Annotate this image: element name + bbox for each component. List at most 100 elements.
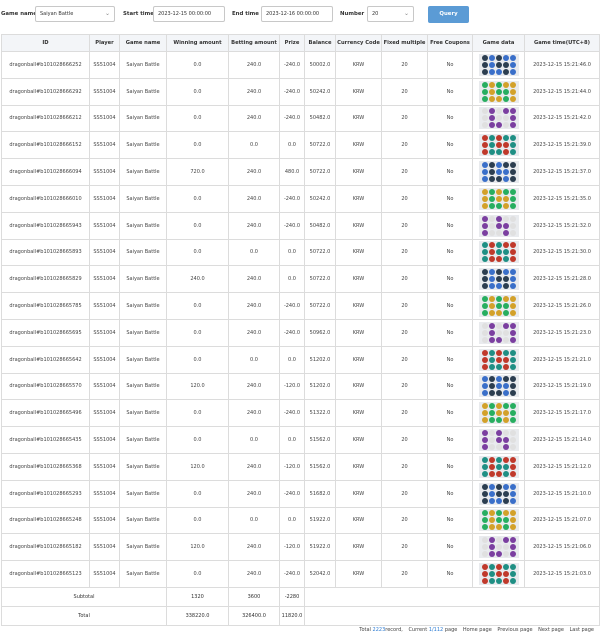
end-time-input[interactable]: 2023-12-16 00:00:00 <box>261 6 333 22</box>
cell-game-data[interactable] <box>472 506 525 535</box>
cell-game-data[interactable] <box>472 560 525 588</box>
cell-game-data[interactable] <box>472 399 525 428</box>
slot-symbol-icon <box>509 470 516 477</box>
slot-symbol-icon <box>502 322 509 329</box>
slot-symbol-grid[interactable] <box>478 375 519 398</box>
cell-game-data[interactable] <box>472 211 525 240</box>
cell-game-data[interactable] <box>472 426 525 454</box>
query-button[interactable]: Query <box>428 6 469 23</box>
cell-game-data[interactable] <box>472 345 525 374</box>
slot-symbol-icon <box>481 95 488 102</box>
slot-symbol-icon <box>481 383 488 390</box>
number-select[interactable]: 20 ⌄ <box>367 6 414 22</box>
game-name-select[interactable]: Saiyan Battle ⌄ <box>35 6 115 22</box>
start-time-label: Start time <box>123 11 154 17</box>
total-row: Total 338220.0 326400.0 11820.0 <box>1 605 600 626</box>
slot-symbol-grid[interactable] <box>478 214 519 237</box>
slot-symbol-icon <box>502 410 509 417</box>
slot-symbol-icon <box>495 162 502 169</box>
cell-currency-code: KRW <box>335 131 382 160</box>
start-time-input[interactable]: 2023-12-15 00:00:00 <box>153 6 225 22</box>
cell-game-name: Saiyan Battle <box>119 238 167 267</box>
slot-symbol-grid[interactable] <box>478 348 519 371</box>
cell-player: SS51004 <box>89 426 120 454</box>
previous-page-link[interactable]: Previous page <box>497 627 532 633</box>
slot-symbol-grid[interactable] <box>478 509 519 532</box>
cell-winning-amount: 0.0 <box>166 479 229 508</box>
cell-game-data[interactable] <box>472 318 525 347</box>
slot-symbol-icon <box>502 202 509 209</box>
cell-game-time: 2023-12-15 15:21:35.0 <box>524 184 600 213</box>
slot-symbol-icon <box>495 517 502 524</box>
cell-game-data[interactable] <box>472 292 525 320</box>
cell-game-data[interactable] <box>472 104 525 133</box>
slot-symbol-icon <box>502 169 509 176</box>
cell-player: SS51004 <box>89 372 120 401</box>
slot-symbol-icon <box>481 61 488 68</box>
slot-symbol-grid[interactable] <box>478 563 519 586</box>
slot-symbol-grid[interactable] <box>478 107 519 130</box>
slot-symbol-grid[interactable] <box>478 482 519 505</box>
slot-symbol-icon <box>481 537 488 544</box>
cell-fixed-multiple: 20 <box>381 318 428 347</box>
slot-symbol-grid[interactable] <box>478 402 519 425</box>
slot-symbol-icon <box>488 188 495 195</box>
cell-game-data[interactable] <box>472 131 525 160</box>
game-name-value: Saiyan Battle <box>40 11 74 17</box>
cell-free-coupons: No <box>427 399 473 428</box>
slot-symbol-icon <box>495 81 502 88</box>
slot-symbol-grid[interactable] <box>478 268 519 291</box>
slot-symbol-grid[interactable] <box>478 80 519 103</box>
slot-symbol-icon <box>488 544 495 551</box>
cell-game-time: 2023-12-15 15:21:39.0 <box>524 131 600 160</box>
cell-game-data[interactable] <box>472 184 525 213</box>
slot-symbol-grid[interactable] <box>478 241 519 264</box>
home-page-link[interactable]: Home page <box>463 627 492 633</box>
slot-symbol-grid[interactable] <box>478 321 519 344</box>
slot-symbol-grid[interactable] <box>478 536 519 559</box>
cell-free-coupons: No <box>427 131 473 160</box>
cell-game-data[interactable] <box>472 533 525 562</box>
slot-symbol-icon <box>481 303 488 310</box>
slot-symbol-grid[interactable] <box>478 53 519 76</box>
cell-game-data[interactable] <box>472 51 525 79</box>
slot-symbol-icon <box>502 108 509 115</box>
cell-prize: 0.0 <box>279 345 305 374</box>
cell-game-data[interactable] <box>472 452 525 481</box>
cell-fixed-multiple: 20 <box>381 292 428 320</box>
cell-game-data[interactable] <box>472 77 525 106</box>
table-row: dragonball#b101028666212 SS51004 Saiyan Ba… <box>1 104 600 133</box>
cell-free-coupons: No <box>427 506 473 535</box>
cell-balance: 51682.0 <box>304 479 336 508</box>
cell-game-data[interactable] <box>472 479 525 508</box>
last-page-link[interactable]: Last page <box>570 627 595 633</box>
slot-symbol-icon <box>481 310 488 317</box>
cell-game-data[interactable] <box>472 158 525 186</box>
slot-symbol-icon <box>502 176 509 183</box>
slot-symbol-grid[interactable] <box>478 295 519 318</box>
slot-symbol-grid[interactable] <box>478 455 519 478</box>
slot-symbol-icon <box>509 54 516 61</box>
slot-symbol-grid[interactable] <box>478 161 519 184</box>
slot-symbol-icon <box>509 376 516 383</box>
cell-record-id: dragonball#b101028665570 <box>1 372 90 401</box>
cell-game-data[interactable] <box>472 372 525 401</box>
slot-symbol-icon <box>495 249 502 256</box>
slot-symbol-icon <box>502 122 509 129</box>
next-page-link[interactable]: Next page <box>538 627 564 633</box>
cell-winning-amount: 0.0 <box>166 318 229 347</box>
column-header: Winning amount <box>166 34 229 52</box>
cell-game-time: 2023-12-15 15:21:30.0 <box>524 238 600 267</box>
cell-game-data[interactable] <box>472 265 525 294</box>
cell-fixed-multiple: 20 <box>381 77 428 106</box>
cell-game-data[interactable] <box>472 238 525 267</box>
slot-symbol-icon <box>509 68 516 75</box>
cell-currency-code: KRW <box>335 265 382 294</box>
slot-symbol-icon <box>502 276 509 283</box>
slot-symbol-grid[interactable] <box>478 134 519 157</box>
cell-fixed-multiple: 20 <box>381 211 428 240</box>
slot-symbol-icon <box>509 578 516 585</box>
slot-symbol-grid[interactable] <box>478 187 519 210</box>
subtotal-empty <box>304 586 600 607</box>
slot-symbol-grid[interactable] <box>478 429 519 452</box>
